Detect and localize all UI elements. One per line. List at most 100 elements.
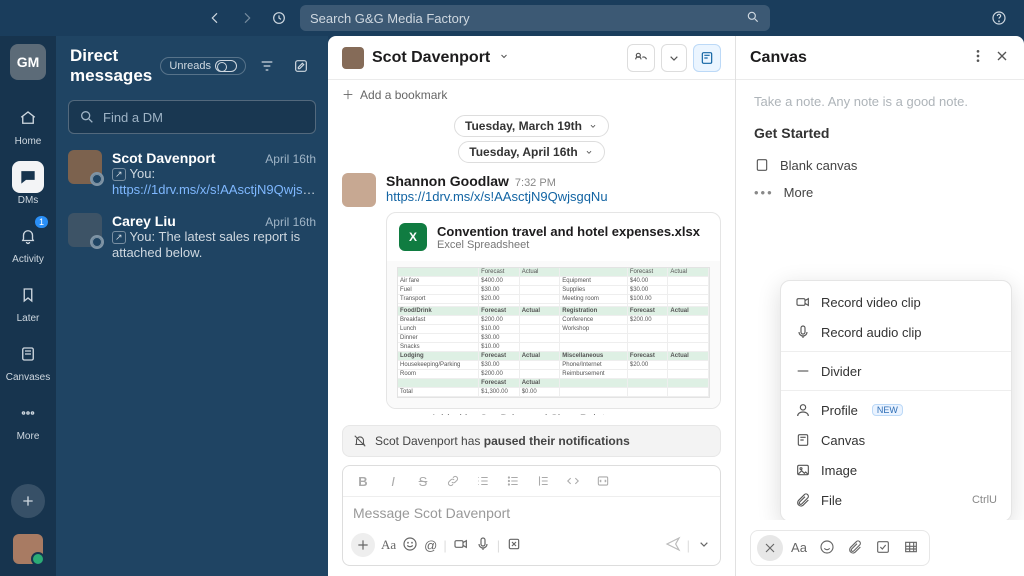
- popup-canvas[interactable]: Canvas: [781, 425, 1011, 455]
- dm-item-carey[interactable]: Carey LiuApril 16th ↗You: The latest sal…: [56, 205, 328, 268]
- canvas-insert-toggle[interactable]: [757, 535, 783, 561]
- excel-icon: X: [399, 223, 427, 251]
- message-link[interactable]: https://1drv.ms/x/s!AAsctjN9QwjsgqNu: [386, 189, 608, 204]
- canvas-table-button[interactable]: [899, 535, 923, 559]
- conversation-header: Scot Davenport: [328, 36, 735, 80]
- send-button[interactable]: [665, 536, 681, 555]
- blank-canvas-button[interactable]: Blank canvas: [754, 151, 1006, 179]
- italic-button[interactable]: I: [381, 470, 405, 492]
- bookmark-icon: [12, 279, 44, 311]
- message-avatar[interactable]: [342, 173, 376, 207]
- avatar: [68, 213, 102, 247]
- nav-forward-button[interactable]: [234, 5, 260, 31]
- help-button[interactable]: [986, 5, 1012, 31]
- popup-divider[interactable]: Divider: [781, 356, 1011, 386]
- message-time: 7:32 PM: [515, 177, 556, 189]
- history-button[interactable]: [266, 5, 292, 31]
- dms-icon: [12, 161, 44, 193]
- huddle-dropdown[interactable]: [661, 44, 687, 72]
- ol-button[interactable]: [471, 470, 495, 492]
- attachment-source: Added by OneDrive and SharePoint: [430, 413, 721, 415]
- message: Shannon Goodlaw 7:32 PM https://1drv.ms/x…: [342, 173, 721, 415]
- filter-button[interactable]: [254, 53, 280, 79]
- bold-button[interactable]: B: [351, 470, 375, 492]
- conversation-pane: Scot Davenport ＋Add a bookmark Tuesday, …: [328, 36, 736, 576]
- composer-plus-button[interactable]: [351, 533, 375, 557]
- insert-menu-popup: Record video clip Record audio clip Divi…: [780, 280, 1012, 522]
- canvases-icon: [12, 338, 44, 370]
- date-divider[interactable]: Tuesday, April 16th: [458, 141, 604, 163]
- search-placeholder: Search G&G Media Factory: [310, 11, 470, 26]
- dm-preview: ↗You: The latest sales report is attache…: [112, 229, 316, 260]
- mention-button[interactable]: @: [424, 538, 437, 553]
- top-bar: Search G&G Media Factory: [0, 0, 1024, 36]
- attachment-preview: ForecastActualForecastActual Air fare$40…: [387, 261, 720, 408]
- popup-record-audio[interactable]: Record audio clip: [781, 317, 1011, 347]
- quote-button[interactable]: [531, 470, 555, 492]
- popup-record-video[interactable]: Record video clip: [781, 287, 1011, 317]
- popup-file[interactable]: FileCtrlU: [781, 485, 1011, 515]
- codeblock-button[interactable]: [591, 470, 615, 492]
- message-composer[interactable]: B I S Message Scot Davenport Aa @ | |: [342, 465, 721, 566]
- bell-off-icon: [353, 434, 367, 448]
- rail-new-button[interactable]: [11, 484, 45, 518]
- send-options[interactable]: [696, 536, 712, 555]
- rail-dms[interactable]: DMs: [0, 157, 56, 210]
- strike-button[interactable]: S: [411, 470, 435, 492]
- code-button[interactable]: [561, 470, 585, 492]
- dm-item-scot[interactable]: Scot DavenportApril 16th ↗You: https://1…: [56, 142, 328, 205]
- home-icon: [12, 102, 44, 134]
- canvas-menu-button[interactable]: [970, 48, 986, 67]
- message-author[interactable]: Shannon Goodlaw: [386, 173, 509, 189]
- ul-button[interactable]: [501, 470, 525, 492]
- composer-input[interactable]: Message Scot Davenport: [343, 497, 720, 529]
- rail-later[interactable]: Later: [0, 275, 56, 328]
- file-attachment[interactable]: X Convention travel and hotel expenses.x…: [386, 212, 721, 409]
- shortcut-button[interactable]: [506, 536, 522, 555]
- audio-button[interactable]: [475, 536, 491, 555]
- format-toolbar: B I S: [343, 466, 720, 497]
- add-bookmark-button[interactable]: ＋Add a bookmark: [328, 80, 735, 109]
- rail-activity[interactable]: 1 Activity: [0, 216, 56, 269]
- chevron-down-icon: [584, 147, 594, 157]
- message-list: Tuesday, March 19th Tuesday, April 16th …: [328, 109, 735, 415]
- rail-canvases[interactable]: Canvases: [0, 334, 56, 387]
- plus-icon: ＋: [342, 86, 354, 103]
- workspace-switcher[interactable]: GM: [10, 44, 46, 80]
- sidebar-title: Direct messages: [70, 46, 152, 86]
- search-icon: [79, 109, 95, 125]
- global-search[interactable]: Search G&G Media Factory: [300, 5, 770, 31]
- chevron-down-icon: [498, 50, 510, 65]
- canvas-checklist-button[interactable]: [871, 535, 895, 559]
- conversation-title[interactable]: Scot Davenport: [372, 49, 490, 67]
- get-started-heading: Get Started: [754, 125, 1006, 141]
- new-badge: NEW: [872, 404, 903, 416]
- canvas-toggle-button[interactable]: [693, 44, 721, 72]
- nav-back-button[interactable]: [202, 5, 228, 31]
- more-templates-button[interactable]: •••More: [754, 179, 1006, 206]
- attachment-title: Convention travel and hotel expenses.xls…: [437, 224, 700, 239]
- rail-more[interactable]: More: [0, 393, 56, 446]
- canvas-format-button[interactable]: Aa: [787, 535, 811, 559]
- canvas-placeholder[interactable]: Take a note. Any note is a good note.: [754, 94, 1006, 109]
- huddle-button[interactable]: [627, 44, 655, 72]
- link-button[interactable]: [441, 470, 465, 492]
- search-icon: [746, 10, 760, 27]
- date-divider[interactable]: Tuesday, March 19th: [454, 115, 609, 137]
- emoji-button[interactable]: [402, 536, 418, 555]
- video-button[interactable]: [453, 536, 469, 555]
- user-avatar[interactable]: [13, 534, 43, 564]
- avatar: [68, 150, 102, 184]
- canvas-attach-button[interactable]: [843, 535, 867, 559]
- popup-image[interactable]: Image: [781, 455, 1011, 485]
- compose-button[interactable]: [288, 53, 314, 79]
- canvas-close-button[interactable]: [994, 48, 1010, 67]
- canvas-emoji-button[interactable]: [815, 535, 839, 559]
- unreads-toggle[interactable]: Unreads: [160, 57, 246, 75]
- dm-search-input[interactable]: Find a DM: [68, 100, 316, 134]
- canvas-pane: Canvas Take a note. Any note is a good n…: [736, 36, 1024, 576]
- format-toggle-button[interactable]: Aa: [381, 537, 396, 553]
- rail-home[interactable]: Home: [0, 98, 56, 151]
- popup-profile[interactable]: ProfileNEW: [781, 395, 1011, 425]
- canvas-title: Canvas: [750, 49, 807, 67]
